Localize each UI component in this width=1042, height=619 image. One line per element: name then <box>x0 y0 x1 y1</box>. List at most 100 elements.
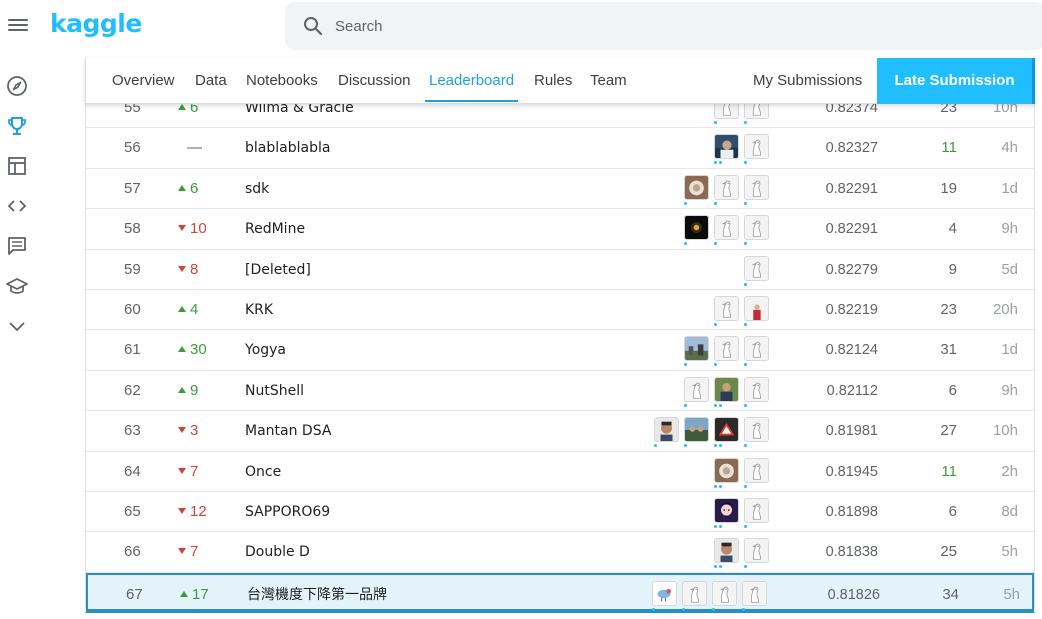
tab-my-submissions[interactable]: My Submissions <box>753 58 862 104</box>
team-name[interactable]: RedMine <box>245 209 305 249</box>
member-avatar-wrapper[interactable] <box>714 538 739 569</box>
team-name[interactable]: NutShell <box>245 371 304 411</box>
member-avatar-wrapper[interactable] <box>682 580 707 611</box>
table-row[interactable]: 56 — blablablabla 0.82327 11 4h <box>86 128 1034 169</box>
tab-rules[interactable]: Rules <box>534 58 572 104</box>
avatar[interactable] <box>714 417 739 443</box>
table-row[interactable]: 60 4 KRK 0.82219 23 20h <box>86 289 1034 331</box>
member-avatar-wrapper[interactable] <box>714 376 739 407</box>
team-name[interactable]: Mantan DSA <box>245 411 331 451</box>
default-avatar-icon[interactable] <box>744 457 769 483</box>
search-bar[interactable] <box>285 2 1042 50</box>
tab-leaderboard[interactable]: Leaderboard <box>424 58 519 104</box>
avatar[interactable] <box>714 134 739 160</box>
member-avatar-wrapper[interactable] <box>744 255 769 286</box>
tab-overview[interactable]: Overview <box>112 58 175 104</box>
default-avatar-icon[interactable] <box>712 580 737 606</box>
avatar[interactable] <box>714 538 739 564</box>
table-icon[interactable] <box>6 155 28 177</box>
table-row[interactable]: 66 7 Double D 0.81838 25 5h <box>86 532 1034 573</box>
default-avatar-icon[interactable] <box>744 417 769 443</box>
member-avatar-wrapper[interactable] <box>684 417 709 448</box>
member-avatar-wrapper[interactable] <box>684 376 709 407</box>
avatar[interactable] <box>684 336 709 362</box>
member-avatar-wrapper[interactable] <box>712 580 737 611</box>
team-name[interactable]: [Deleted] <box>245 250 311 290</box>
comment-icon[interactable] <box>6 235 28 257</box>
member-avatar-wrapper[interactable] <box>744 336 769 367</box>
tab-team[interactable]: Team <box>590 58 627 104</box>
member-avatar-wrapper[interactable] <box>714 134 739 165</box>
member-avatar-wrapper[interactable] <box>714 457 739 488</box>
member-avatar-wrapper[interactable] <box>744 538 769 569</box>
member-avatar-wrapper[interactable] <box>714 174 739 205</box>
default-avatar-icon[interactable] <box>714 295 739 321</box>
default-avatar-icon[interactable] <box>744 497 769 523</box>
tab-discussion[interactable]: Discussion <box>338 58 411 104</box>
default-avatar-icon[interactable] <box>744 336 769 362</box>
default-avatar-icon[interactable] <box>684 376 709 402</box>
team-name[interactable]: sdk <box>245 169 269 209</box>
member-avatar-wrapper[interactable] <box>714 336 739 367</box>
table-row-current-team[interactable]: 67 17 台灣機度下降第一品牌 0.81826 34 5h <box>86 572 1034 615</box>
member-avatar-wrapper[interactable] <box>652 580 677 611</box>
member-avatar-wrapper[interactable] <box>744 376 769 407</box>
table-row[interactable]: 58 10 RedMine 0.82291 4 9h <box>86 209 1034 250</box>
table-row[interactable]: 59 8 [Deleted] 0.82279 9 5d <box>86 249 1034 290</box>
table-row[interactable]: 63 3 Mantan DSA 0.81981 27 10h <box>86 411 1034 452</box>
team-name[interactable]: 台灣機度下降第一品牌 <box>247 575 387 615</box>
avatar[interactable] <box>684 215 709 241</box>
chevron-down-icon[interactable] <box>6 315 28 337</box>
late-submission-button[interactable]: Late Submission <box>877 58 1035 104</box>
avatar[interactable] <box>684 174 709 200</box>
search-input[interactable] <box>335 2 935 50</box>
team-name[interactable]: blablablabla <box>245 128 330 168</box>
member-avatar-wrapper[interactable] <box>744 174 769 205</box>
default-avatar-icon[interactable] <box>714 336 739 362</box>
default-avatar-icon[interactable] <box>744 538 769 564</box>
member-avatar-wrapper[interactable] <box>684 215 709 246</box>
default-avatar-icon[interactable] <box>744 255 769 281</box>
avatar[interactable] <box>714 376 739 402</box>
member-avatar-wrapper[interactable] <box>684 174 709 205</box>
default-avatar-icon[interactable] <box>714 174 739 200</box>
default-avatar-icon[interactable] <box>742 580 767 606</box>
default-avatar-icon[interactable] <box>682 580 707 606</box>
member-avatar-wrapper[interactable] <box>714 417 739 448</box>
member-avatar-wrapper[interactable] <box>654 417 679 448</box>
member-avatar-wrapper[interactable] <box>744 417 769 448</box>
default-avatar-icon[interactable] <box>744 134 769 160</box>
team-name[interactable]: Yogya <box>245 330 286 370</box>
avatar[interactable] <box>652 580 677 606</box>
menu-icon[interactable] <box>8 16 28 36</box>
trophy-icon[interactable] <box>6 115 28 137</box>
table-row[interactable]: 65 12 SAPPORO69 0.81898 6 8d <box>86 491 1034 533</box>
member-avatar-wrapper[interactable] <box>744 215 769 246</box>
member-avatar-wrapper[interactable] <box>714 497 739 528</box>
team-name[interactable]: KRK <box>245 290 273 330</box>
table-row[interactable]: 62 9 NutShell 0.82112 6 9h <box>86 370 1034 412</box>
avatar[interactable] <box>714 497 739 523</box>
member-avatar-wrapper[interactable] <box>744 295 769 326</box>
avatar[interactable] <box>684 417 709 443</box>
avatar[interactable] <box>654 417 679 443</box>
member-avatar-wrapper[interactable] <box>714 295 739 326</box>
member-avatar-wrapper[interactable] <box>744 134 769 165</box>
code-icon[interactable] <box>6 195 28 217</box>
default-avatar-icon[interactable] <box>744 174 769 200</box>
team-name[interactable]: Once <box>245 452 281 492</box>
team-name[interactable]: SAPPORO69 <box>245 492 330 532</box>
table-row[interactable]: 64 7 Once 0.81945 11 2h <box>86 451 1034 492</box>
default-avatar-icon[interactable] <box>714 215 739 241</box>
member-avatar-wrapper[interactable] <box>684 336 709 367</box>
tab-notebooks[interactable]: Notebooks <box>246 58 318 104</box>
member-avatar-wrapper[interactable] <box>742 580 767 611</box>
avatar[interactable] <box>714 457 739 483</box>
compass-icon[interactable] <box>6 75 28 97</box>
team-name[interactable]: Double D <box>245 532 310 572</box>
member-avatar-wrapper[interactable] <box>714 215 739 246</box>
member-avatar-wrapper[interactable] <box>744 497 769 528</box>
avatar[interactable] <box>744 295 769 321</box>
member-avatar-wrapper[interactable] <box>744 457 769 488</box>
default-avatar-icon[interactable] <box>744 376 769 402</box>
